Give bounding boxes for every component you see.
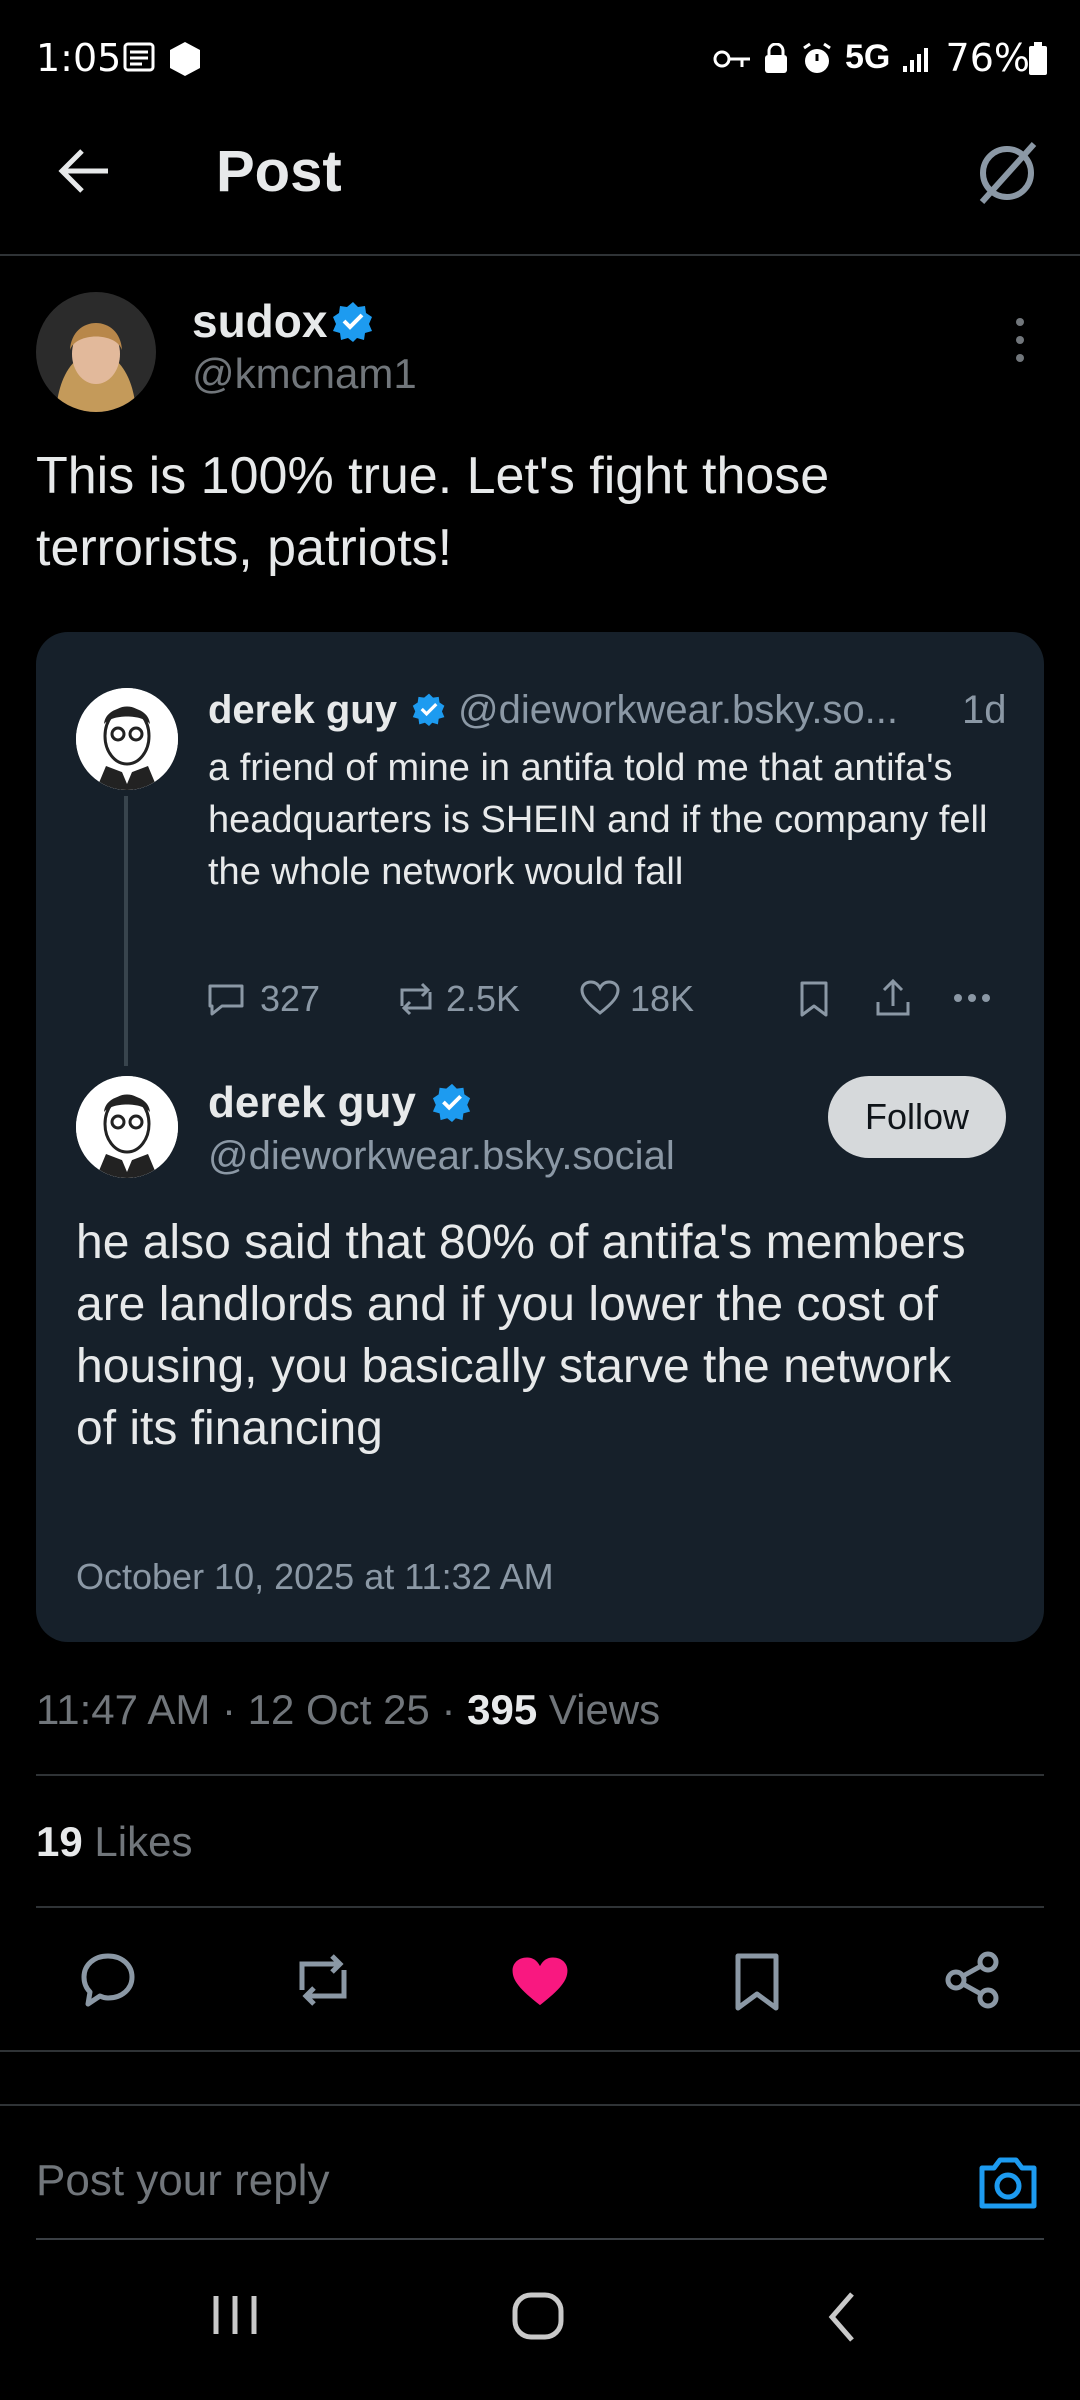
share-action-icon[interactable] (942, 1950, 1002, 2010)
quoted-post-date: October 10, 2025 at 11:32 AM (76, 1556, 554, 1597)
quoted-verified-badge-icon (432, 1083, 471, 1122)
share-icon[interactable] (874, 978, 912, 1018)
post-time: 11:47 AM (36, 1686, 211, 1733)
signal-icon (903, 48, 928, 72)
author-handle[interactable]: @kmcnam1 (192, 350, 417, 398)
camera-icon[interactable] (976, 2152, 1040, 2212)
bookmark-action-icon[interactable] (732, 1952, 782, 2012)
bookmark-icon[interactable] (798, 980, 830, 1018)
alarm-icon (803, 42, 831, 73)
system-icons (712, 42, 834, 76)
vpn-lock-icon (765, 43, 787, 73)
reply-input[interactable]: Post your reply (36, 2156, 329, 2206)
news-icon (123, 42, 155, 72)
post-text: This is 100% true. Let's fight those ter… (36, 447, 830, 577)
page-title: Post (216, 139, 342, 204)
repost-action-icon[interactable] (290, 1950, 356, 2010)
post-meta: 11:47 AM · 12 Oct 25 · 395 Views (36, 1686, 661, 1733)
grok-icon[interactable] (972, 138, 1042, 208)
reply-icon[interactable] (206, 980, 246, 1018)
back-arrow-icon[interactable] (56, 146, 112, 196)
quoted-author-name[interactable]: derek guy (208, 1078, 416, 1128)
notification-icons (122, 40, 204, 78)
author-avatar[interactable] (36, 292, 156, 412)
key-icon (713, 50, 750, 68)
parent-repost-count: 2.5K (446, 978, 521, 1019)
reply-top-divider (0, 2104, 1080, 2106)
battery-icon (1029, 42, 1047, 75)
verified-badge-icon (333, 302, 372, 342)
likes-label: Likes (94, 1818, 193, 1865)
likes-count: 19 (36, 1818, 83, 1865)
parent-author-avatar[interactable] (76, 688, 178, 790)
recent-apps-icon[interactable] (208, 2290, 262, 2340)
likes-summary[interactable]: 19 Likes (36, 1818, 192, 1866)
app-icon (170, 42, 200, 76)
quoted-post-text: he also said that 80% of antifa's member… (76, 1216, 966, 1455)
home-icon[interactable] (510, 2290, 566, 2342)
actions-divider (0, 2050, 1080, 2052)
parent-post-text: a friend of mine in antifa told me that … (208, 747, 988, 893)
more-options-icon[interactable] (1010, 316, 1030, 364)
parent-reply-count: 327 (260, 978, 321, 1019)
more-icon[interactable] (952, 992, 992, 1004)
status-time: 1:05 (36, 36, 122, 80)
parent-author-name[interactable]: derek guy (208, 688, 397, 733)
likes-divider (36, 1906, 1044, 1908)
views-label: Views (548, 1686, 661, 1733)
quoted-author-handle[interactable]: @dieworkwear.bsky.social (208, 1134, 675, 1179)
battery-percent: 76% (945, 36, 1030, 80)
reply-action-icon[interactable] (78, 1950, 138, 2010)
reply-bottom-divider (36, 2238, 1044, 2240)
views-count: 395 (467, 1686, 538, 1733)
repost-icon[interactable] (394, 980, 438, 1018)
header-divider (0, 254, 1080, 256)
post-date: 12 Oct 25 (247, 1686, 430, 1733)
parent-verified-badge-icon (412, 693, 445, 726)
parent-author-handle[interactable]: @dieworkwear.bsky.so... (458, 688, 898, 733)
quoted-author-avatar[interactable] (76, 1076, 178, 1178)
liked-heart-icon[interactable] (510, 1956, 570, 2008)
follow-button[interactable]: Follow (828, 1076, 1006, 1158)
like-icon[interactable] (580, 980, 620, 1016)
back-icon[interactable] (824, 2290, 860, 2344)
parent-like-count: 18K (630, 978, 695, 1019)
parent-post-age: 1d (962, 688, 1007, 732)
meta-divider (36, 1774, 1044, 1776)
thread-line (124, 796, 128, 1066)
author-name[interactable]: sudox (192, 294, 327, 348)
network-type: 5G (845, 38, 891, 76)
